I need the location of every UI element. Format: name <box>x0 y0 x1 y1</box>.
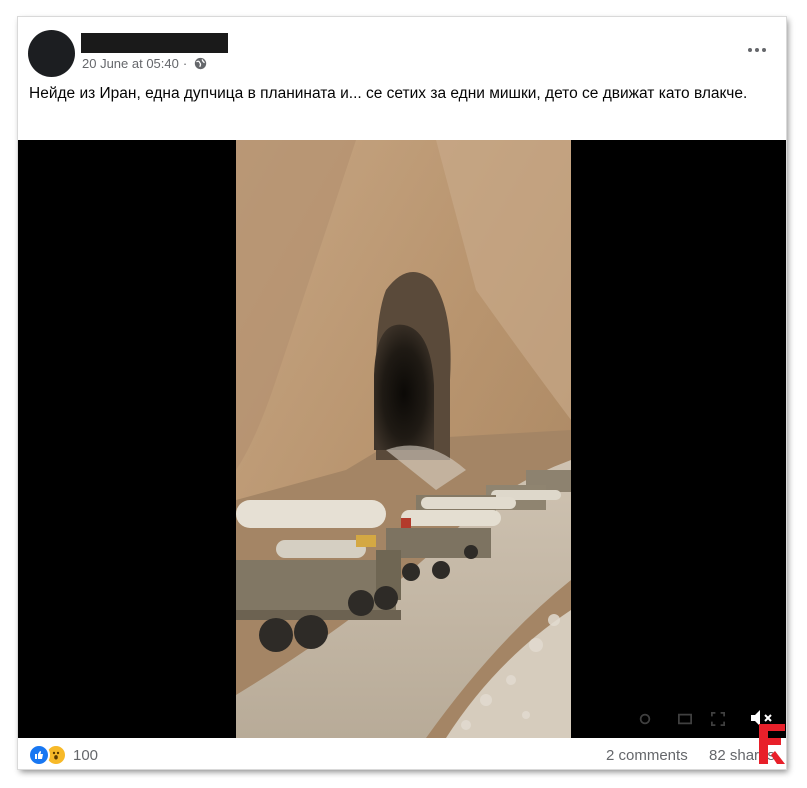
comments-count-link[interactable]: 2 comments <box>606 747 688 764</box>
post-footer: 100 2 comments 82 shares <box>18 738 786 769</box>
more-options-button[interactable] <box>745 45 769 55</box>
video-frame[interactable] <box>236 140 571 738</box>
post-card: 20 June at 05:40 · Нейде из Иран, една д… <box>18 17 786 769</box>
reaction-count: 100 <box>73 746 99 764</box>
video-controls <box>18 698 786 738</box>
reactions-summary[interactable]: 100 <box>28 744 98 766</box>
fact-check-logo <box>759 724 785 764</box>
redacted-author-name <box>81 33 228 53</box>
fullscreen-icon[interactable] <box>711 712 725 726</box>
post-timestamp[interactable]: 20 June at 05:40 <box>82 56 179 71</box>
post-meta: 20 June at 05:40 · <box>82 56 207 71</box>
dot-icon <box>762 48 766 52</box>
avatar[interactable] <box>28 30 75 77</box>
video-still <box>236 140 571 738</box>
post-text: Нейде из Иран, една дупчица в планината … <box>29 85 748 102</box>
picture-in-picture-icon[interactable] <box>678 712 692 726</box>
globe-icon <box>195 57 207 70</box>
dot-icon <box>755 48 759 52</box>
settings-icon[interactable] <box>638 712 652 726</box>
post-header: 20 June at 05:40 · Нейде из Иран, една д… <box>18 17 786 137</box>
like-icon <box>28 744 50 766</box>
video-player[interactable] <box>18 140 786 738</box>
dot-icon <box>748 48 752 52</box>
